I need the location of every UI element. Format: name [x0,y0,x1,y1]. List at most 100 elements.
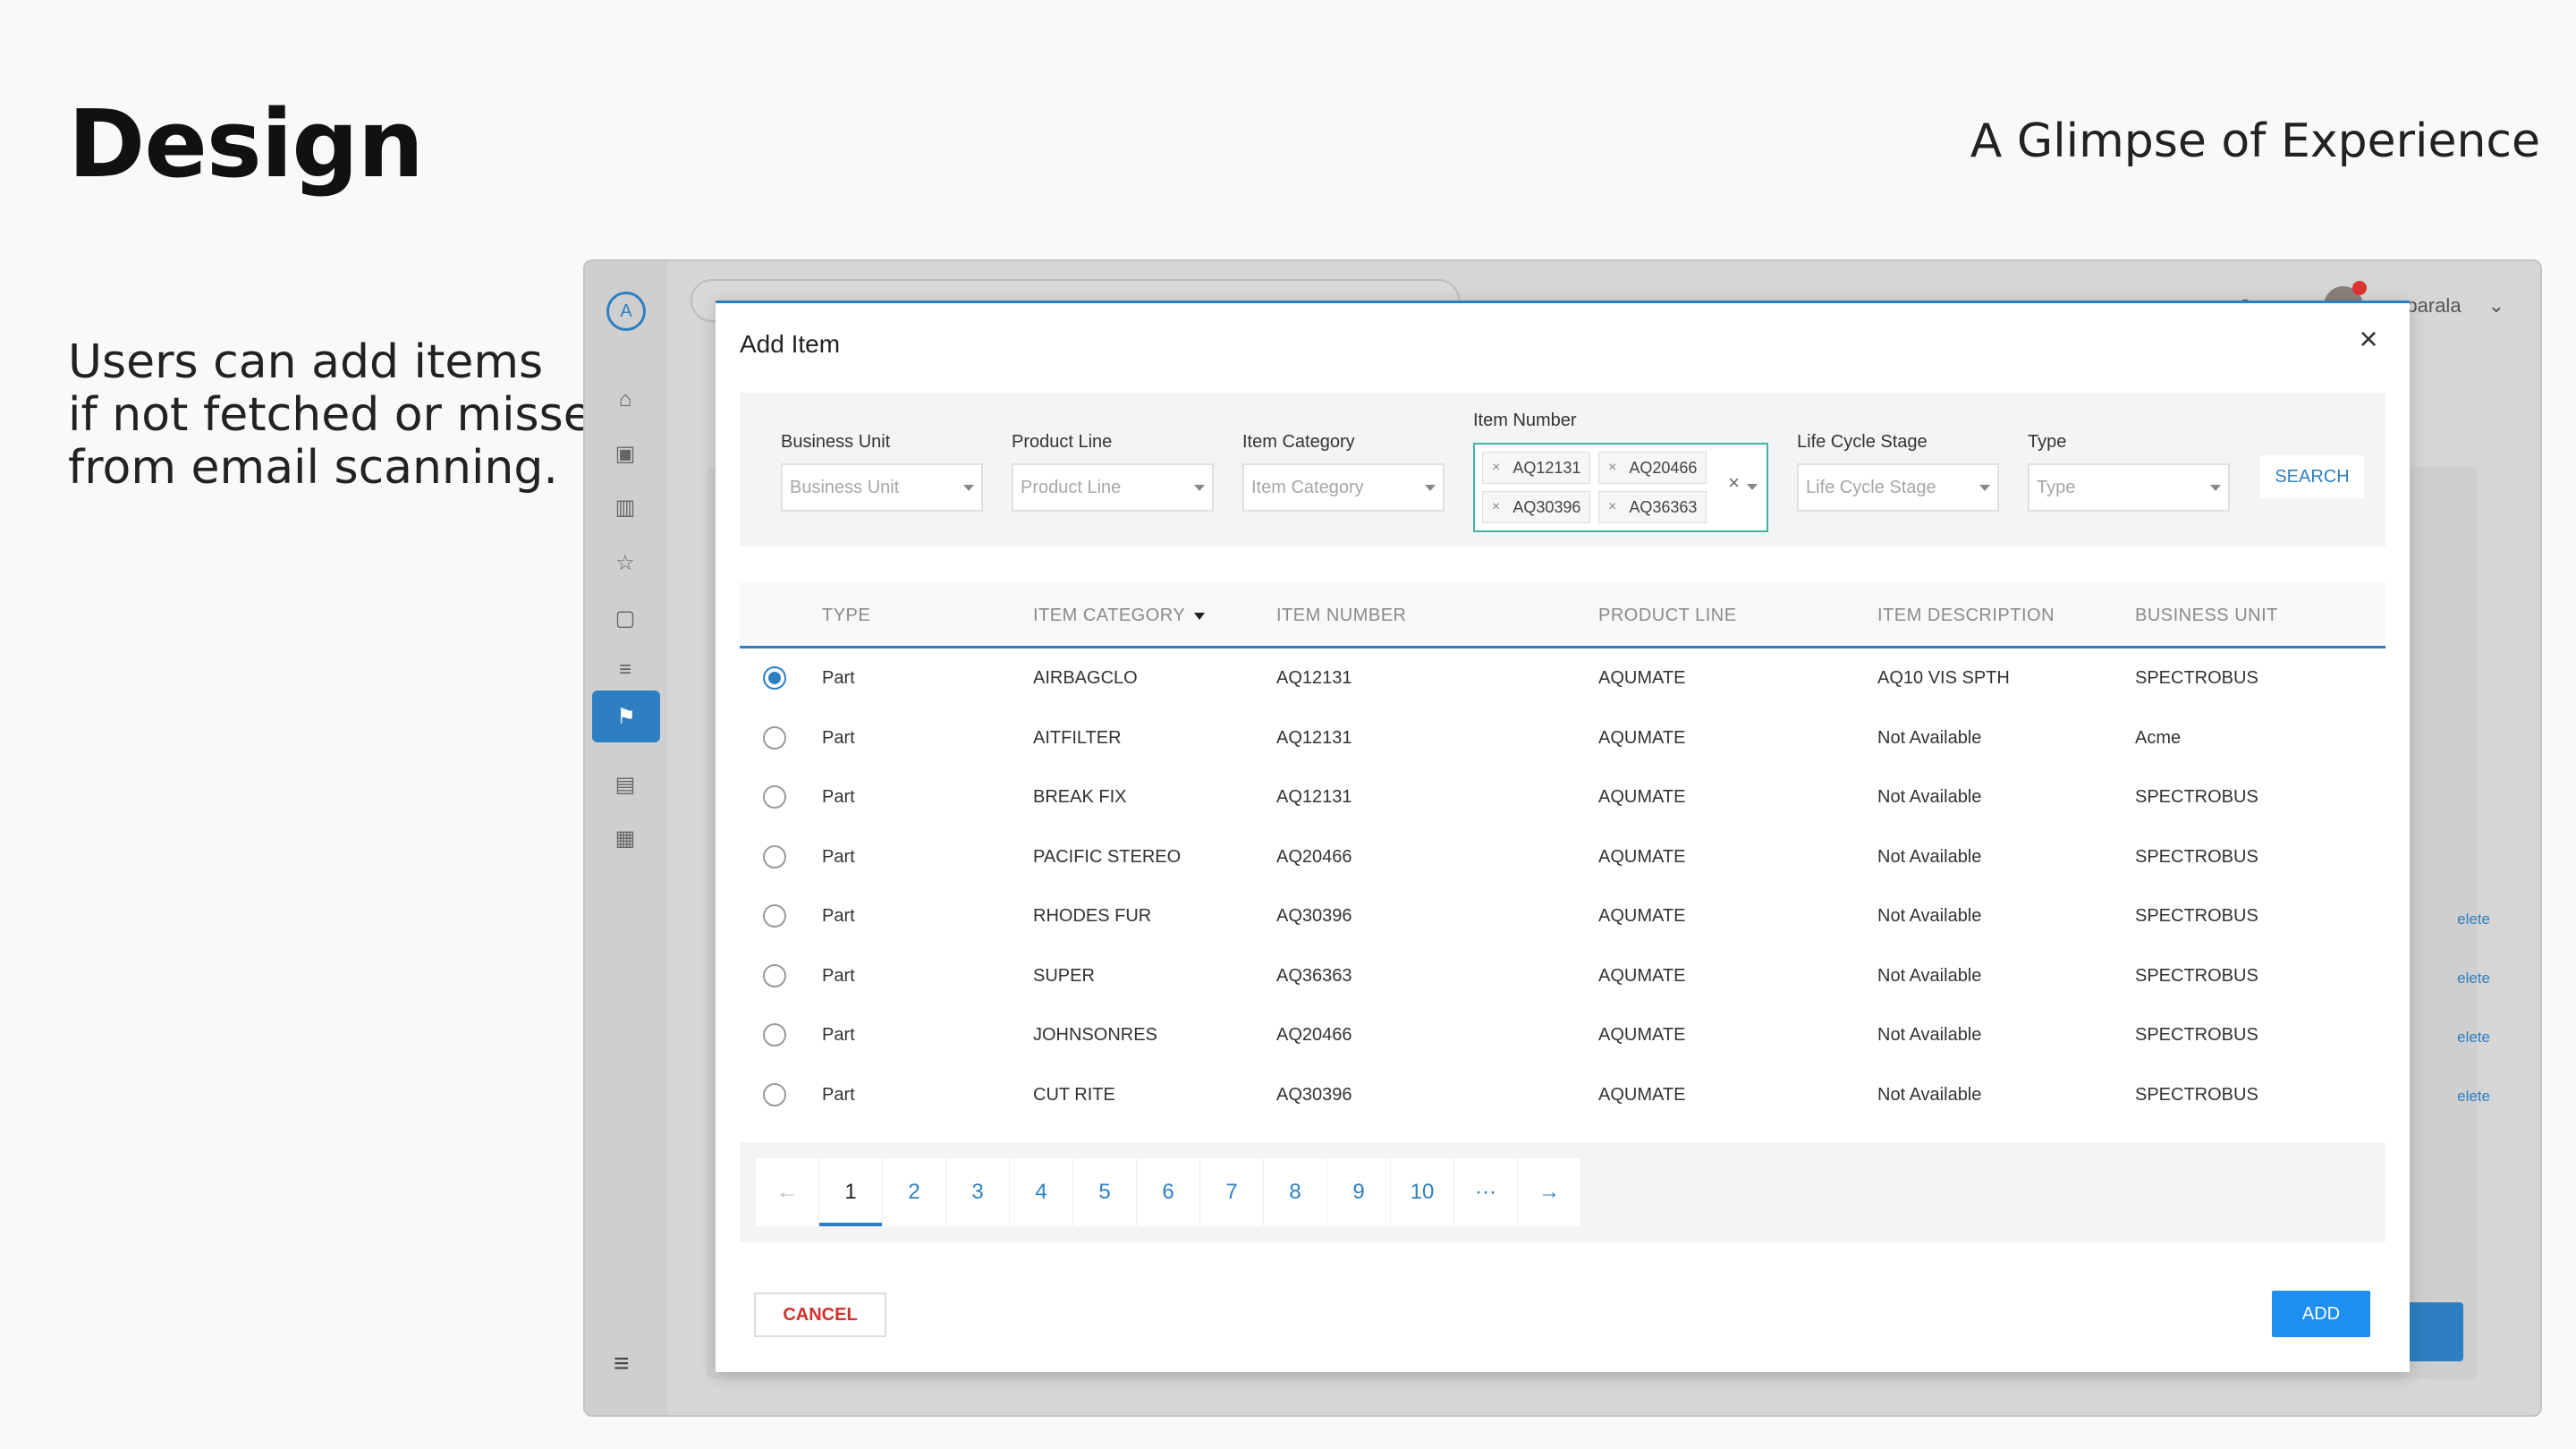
remove-chip-icon[interactable]: × [1492,460,1500,476]
table-row[interactable]: Part JOHNSONRES AQ20466 AQUMATE Not Availabl… [740,1005,2385,1065]
page-button[interactable]: 10 [1391,1158,1454,1226]
flag-icon[interactable]: ⚑ [592,691,660,742]
clipboard-icon[interactable]: ▤ [612,771,639,798]
star-icon[interactable]: ☆ [612,549,639,576]
prev-page-icon[interactable]: ← [756,1158,819,1226]
items-table: TYPE ITEM CATEGORY ITEM NUMBER PRODUCT L… [740,582,2385,1124]
cell-item-number: AQ30396 [1276,906,1352,926]
type-select[interactable]: Type [2028,463,2230,512]
cell-business-unit: SPECTROBUS [2135,1025,2258,1045]
background-delete-link[interactable]: elete [2457,970,2490,987]
column-header-item-category[interactable]: ITEM CATEGORY [1033,606,1206,626]
table-row[interactable]: Part CUT RITE AQ30396 AQUMATE Not Available S… [740,1065,2385,1125]
background-delete-link[interactable]: elete [2457,1029,2490,1046]
more-pages-icon[interactable]: ··· [1454,1158,1518,1226]
row-select-radio[interactable] [763,963,786,987]
sort-icon[interactable] [1194,612,1206,620]
business-unit-filter: Business Unit Business Unit [781,432,983,512]
life-cycle-stage-select[interactable]: Life Cycle Stage [1797,463,1999,512]
building-icon[interactable]: ▥ [612,494,639,521]
column-header-label: ITEM CATEGORY [1033,606,1186,625]
close-icon[interactable]: × [2351,320,2386,357]
cell-product-line: AQUMATE [1598,1084,1686,1105]
background-delete-link[interactable]: elete [2457,911,2490,928]
table-row[interactable]: Part RHODES FUR AQ30396 AQUMATE Not Availabl… [740,886,2385,946]
page-button[interactable]: 4 [1010,1158,1073,1226]
page-button[interactable]: 1 [819,1158,883,1226]
cell-type: Part [822,727,855,748]
column-header-item-number[interactable]: ITEM NUMBER [1276,606,1407,626]
table-body: Part AIRBAGCLO AQ12131 AQUMATE AQ10 VIS SPTH… [740,648,2385,1124]
remove-chip-icon[interactable]: × [1608,460,1616,476]
page-button[interactable]: 5 [1073,1158,1137,1226]
row-select-radio[interactable] [763,904,786,928]
product-line-filter: Product Line Product Line [1012,432,1214,512]
column-header-business-unit[interactable]: BUSINESS UNIT [2135,606,2278,626]
clear-icon[interactable]: × [1728,471,1740,495]
briefcase-icon[interactable]: ▣ [612,440,639,467]
page-button[interactable]: 6 [1137,1158,1200,1226]
cell-business-unit: SPECTROBUS [2135,1084,2258,1105]
chart-icon[interactable]: ▦ [612,825,639,852]
remove-chip-icon[interactable]: × [1492,499,1500,515]
cell-item-number: AQ12131 [1276,668,1352,688]
home-icon[interactable]: ⌂ [612,386,639,413]
chevron-down-icon[interactable]: ⌄ [2488,294,2504,318]
page-button[interactable]: 7 [1200,1158,1264,1226]
app-logo[interactable]: A [606,292,646,331]
row-select-radio[interactable] [763,725,786,750]
list-icon[interactable]: ≡ [612,657,639,683]
table-row[interactable]: Part BREAK FIX AQ12131 AQUMATE Not Available… [740,767,2385,827]
background-delete-link[interactable]: elete [2457,1088,2490,1106]
column-header-item-description[interactable]: ITEM DESCRIPTION [1877,606,2055,626]
slide-subtitle: A Glimpse of Experience [1970,114,2540,168]
modal-title: Add Item [740,330,841,358]
page-button[interactable]: 3 [946,1158,1010,1226]
page-button[interactable]: 9 [1327,1158,1391,1226]
item-number-multiselect[interactable]: × AQ12131 × AQ20466 × AQ30396 × AQ36363 … [1473,443,1768,532]
table-row[interactable]: Part SUPER AQ36363 AQUMATE Not Available SPEC… [740,946,2385,1006]
row-select-radio[interactable] [763,1023,786,1046]
column-header-product-line[interactable]: PRODUCT LINE [1598,606,1737,626]
row-select-radio[interactable] [763,785,786,809]
row-select-radio[interactable] [763,1082,786,1106]
cell-item-category: RHODES FUR [1033,906,1152,926]
table-row[interactable]: Part PACIFIC STEREO AQ20466 AQUMATE Not Avai… [740,827,2385,887]
search-button[interactable]: SEARCH [2260,455,2364,498]
table-row[interactable]: Part AITFILTER AQ12131 AQUMATE Not Available… [740,708,2385,768]
filter-label: Type [2028,432,2067,452]
add-button[interactable]: ADD [2272,1291,2370,1337]
chevron-down-icon [963,484,974,491]
page-button[interactable]: 8 [1264,1158,1327,1226]
column-header-type[interactable]: TYPE [822,606,870,626]
next-page-icon[interactable]: → [1518,1158,1581,1226]
menu-icon[interactable]: ≡ [614,1349,630,1379]
product-line-select[interactable]: Product Line [1012,463,1214,512]
row-select-radio[interactable] [763,844,786,869]
item-category-select[interactable]: Item Category [1242,463,1445,512]
page-button[interactable]: 2 [883,1158,946,1226]
contact-icon[interactable]: ▢ [612,605,639,631]
cancel-button[interactable]: CANCEL [754,1292,886,1337]
cell-item-number: AQ30396 [1276,1084,1352,1105]
cell-item-category: SUPER [1033,965,1095,986]
table-header: TYPE ITEM CATEGORY ITEM NUMBER PRODUCT L… [740,582,2385,648]
chevron-down-icon[interactable] [1747,484,1758,490]
filter-panel: Business Unit Business Unit Product Line… [740,393,2385,547]
cell-item-description: Not Available [1877,1025,1982,1045]
add-item-modal: Add Item × Business Unit Business Unit P… [716,301,2410,1372]
cell-type: Part [822,787,855,807]
item-number-chip: × AQ36363 [1598,491,1707,523]
remove-chip-icon[interactable]: × [1608,499,1616,515]
cell-business-unit: SPECTROBUS [2135,787,2258,807]
item-number-chip: × AQ12131 [1482,452,1591,484]
cell-product-line: AQUMATE [1598,846,1686,867]
cell-product-line: AQUMATE [1598,1025,1686,1045]
row-select-radio[interactable] [763,666,786,690]
table-row[interactable]: Part AIRBAGCLO AQ12131 AQUMATE AQ10 VIS SPTH… [740,648,2385,708]
slide-description: Users can add items if not fetched or mi… [68,336,622,495]
business-unit-select[interactable]: Business Unit [781,463,983,512]
cell-type: Part [822,965,855,986]
filter-label: Item Number [1473,411,1577,430]
cell-business-unit: SPECTROBUS [2135,906,2258,926]
